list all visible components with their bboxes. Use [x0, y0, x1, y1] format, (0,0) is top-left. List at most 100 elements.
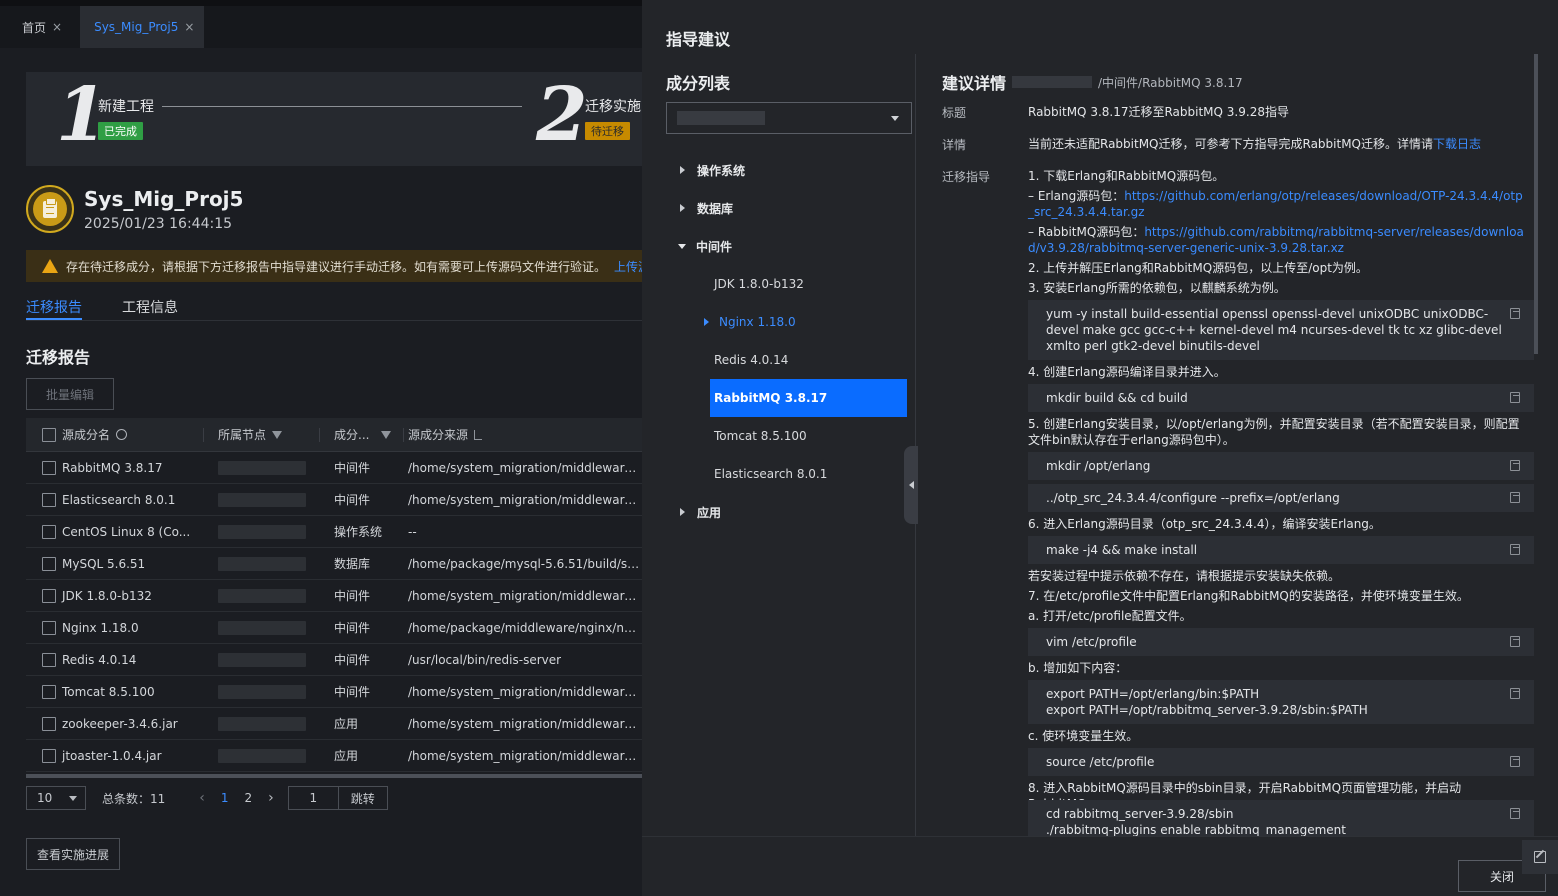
close-icon[interactable]: ×: [184, 20, 194, 34]
row-checkbox[interactable]: [42, 652, 56, 667]
copy-icon[interactable]: [1510, 756, 1520, 767]
jump-page-input[interactable]: 1: [289, 787, 339, 809]
copy-icon[interactable]: [1510, 392, 1520, 403]
code-block: make -j4 && make install: [1028, 536, 1534, 564]
table-row[interactable]: Elasticsearch 8.0.1 中间件/home/system_migra…: [26, 484, 642, 516]
copy-icon[interactable]: [1510, 460, 1520, 471]
redacted-node: [218, 652, 306, 667]
code-text: mkdir build && cd build: [1046, 391, 1188, 405]
tab-strip: 首页 × Sys_Mig_Proj5 ×: [0, 0, 642, 48]
collapse-panel-handle[interactable]: [904, 446, 918, 524]
copy-icon[interactable]: [1510, 308, 1520, 319]
row-checkbox[interactable]: [42, 492, 56, 507]
filter-icon[interactable]: [381, 430, 391, 439]
code-text: mkdir /opt/erlang: [1046, 459, 1151, 473]
jump-button[interactable]: 跳转: [339, 790, 387, 807]
table-row[interactable]: Tomcat 8.5.100 中间件/home/system_migration/…: [26, 676, 642, 708]
redacted-value: [1012, 76, 1093, 88]
guidance-dialog: 指导建议 成分列表 操作系统 数据库 中间件 JDK 1.8.0-b132 Ng…: [642, 0, 1558, 896]
sort-icon[interactable]: [474, 429, 483, 440]
table-row[interactable]: JDK 1.8.0-b132 中间件/home/system_migration/…: [26, 580, 642, 612]
chevron-left-icon: [908, 481, 914, 489]
code-block: ../otp_src_24.3.4.4/configure --prefix=/…: [1028, 484, 1534, 512]
row-checkbox[interactable]: [42, 524, 56, 539]
row-checkbox[interactable]: [42, 684, 56, 699]
code-block: mkdir /opt/erlang: [1028, 452, 1534, 480]
copy-icon[interactable]: [1510, 492, 1520, 503]
table-row[interactable]: MySQL 5.6.51 数据库/home/package/mysql-5.6.5…: [26, 548, 642, 580]
guide-step-7: 7. 在/etc/profile文件中配置Erlang和RabbitMQ的安装路…: [1028, 589, 1469, 603]
code-block: mkdir build && cd build: [1028, 384, 1534, 412]
tree-node-app[interactable]: 应用: [680, 493, 721, 531]
page-size-select[interactable]: 10: [26, 786, 86, 810]
label-guide: 迁移指导: [942, 170, 991, 184]
tree-item-redis[interactable]: Redis 4.0.14: [714, 341, 788, 379]
node-select[interactable]: [666, 102, 912, 134]
row-checkbox[interactable]: [42, 588, 56, 603]
row-checkbox[interactable]: [42, 460, 56, 475]
table-header: 源成分名 所属节点 成分... 源成分来源: [26, 418, 642, 452]
view-progress-button[interactable]: 查看实施进展: [26, 838, 120, 870]
component-source: /home/system_migration/middleware/j...: [408, 588, 642, 603]
component-source: /home/package/middleware/nginx/ngi...: [408, 620, 642, 635]
feedback-button[interactable]: [1522, 840, 1558, 874]
tree-node-middleware[interactable]: 中间件: [678, 227, 732, 265]
component-type: 中间件: [334, 653, 371, 667]
row-checkbox[interactable]: [42, 716, 56, 731]
table-row[interactable]: RabbitMQ 3.8.17 中间件/home/system_migration…: [26, 452, 642, 484]
table-row[interactable]: Nginx 1.18.0 中间件/home/package/middleware/…: [26, 612, 642, 644]
row-checkbox[interactable]: [42, 620, 56, 635]
project-name: Sys_Mig_Proj5: [84, 187, 244, 211]
title-value: RabbitMQ 3.8.17迁移至RabbitMQ 3.9.28指导: [1028, 105, 1289, 119]
tree-item-jdk[interactable]: JDK 1.8.0-b132: [714, 265, 804, 303]
filter-icon[interactable]: [272, 430, 283, 439]
tab-project-info[interactable]: 工程信息: [122, 297, 178, 317]
table-row[interactable]: jtoaster-1.0.4.jar 应用/home/system_migrati…: [26, 740, 642, 772]
upload-link[interactable]: 上传源: [614, 258, 642, 275]
table-row[interactable]: Redis 4.0.14 中间件/usr/local/bin/redis-serv…: [26, 644, 642, 676]
next-page-button[interactable]: ›: [268, 790, 274, 806]
vertical-scrollbar[interactable]: [1534, 54, 1538, 354]
close-icon[interactable]: ×: [52, 20, 62, 34]
page-2-button[interactable]: 2: [245, 791, 253, 805]
component-list-panel: 成分列表 操作系统 数据库 中间件 JDK 1.8.0-b132 Nginx 1…: [642, 54, 918, 836]
tab-home[interactable]: 首页 ×: [0, 6, 72, 48]
row-checkbox[interactable]: [42, 748, 56, 763]
component-type: 中间件: [334, 461, 371, 475]
row-checkbox[interactable]: [42, 556, 56, 571]
table-row[interactable]: CentOS Linux 8 (Co... 操作系统 --: [26, 516, 642, 548]
tree-item-tomcat[interactable]: Tomcat 8.5.100: [714, 417, 807, 455]
tree-item-elasticsearch[interactable]: Elasticsearch 8.0.1: [714, 455, 827, 493]
search-icon[interactable]: [116, 429, 128, 440]
total-count: 总条数：11: [102, 791, 166, 806]
guide-step-7b: b. 增加如下内容：: [1028, 661, 1128, 675]
tree-node-db[interactable]: 数据库: [680, 189, 733, 227]
rabbitmq-source-label: – RabbitMQ源码包：: [1028, 225, 1145, 239]
tab-migration-report[interactable]: 迁移报告: [26, 297, 82, 317]
download-log-link[interactable]: 下载日志: [1433, 137, 1481, 151]
select-all-checkbox[interactable]: [42, 427, 56, 442]
horizontal-scrollbar[interactable]: [26, 774, 642, 778]
tree-item-nginx[interactable]: Nginx 1.18.0: [704, 303, 796, 341]
tree-item-rabbitmq[interactable]: RabbitMQ 3.8.17: [710, 379, 907, 417]
guide-step-2: 2. 上传并解压Erlang和RabbitMQ源码包，以上传至/opt为例。: [1028, 261, 1368, 275]
component-type: 中间件: [334, 589, 371, 603]
batch-edit-button[interactable]: 批量编辑: [26, 378, 114, 410]
component-source: /home/system_migration/middleware/...: [408, 492, 642, 507]
copy-icon[interactable]: [1510, 688, 1520, 699]
code-block: vim /etc/profile: [1028, 628, 1534, 656]
tree-node-os[interactable]: 操作系统: [680, 151, 745, 189]
table-row[interactable]: zookeeper-3.4.6.jar 应用/home/system_migrat…: [26, 708, 642, 740]
tab-project[interactable]: Sys_Mig_Proj5 ×: [80, 6, 205, 48]
copy-icon[interactable]: [1510, 636, 1520, 647]
prev-page-button[interactable]: ‹: [199, 790, 205, 806]
code-block: cd rabbitmq_server-3.9.28/sbin ./rabbitmq…: [1028, 800, 1534, 836]
copy-icon[interactable]: [1510, 808, 1520, 819]
label-title: 标题: [942, 106, 967, 120]
component-name: zookeeper-3.4.6.jar: [62, 716, 178, 731]
copy-icon[interactable]: [1510, 544, 1520, 555]
page-1-button[interactable]: 1: [221, 791, 229, 805]
component-name: Redis 4.0.14: [62, 652, 137, 667]
jump-control: 1 跳转: [287, 786, 388, 810]
project-date: 2025/01/23 16:44:15: [84, 216, 233, 232]
